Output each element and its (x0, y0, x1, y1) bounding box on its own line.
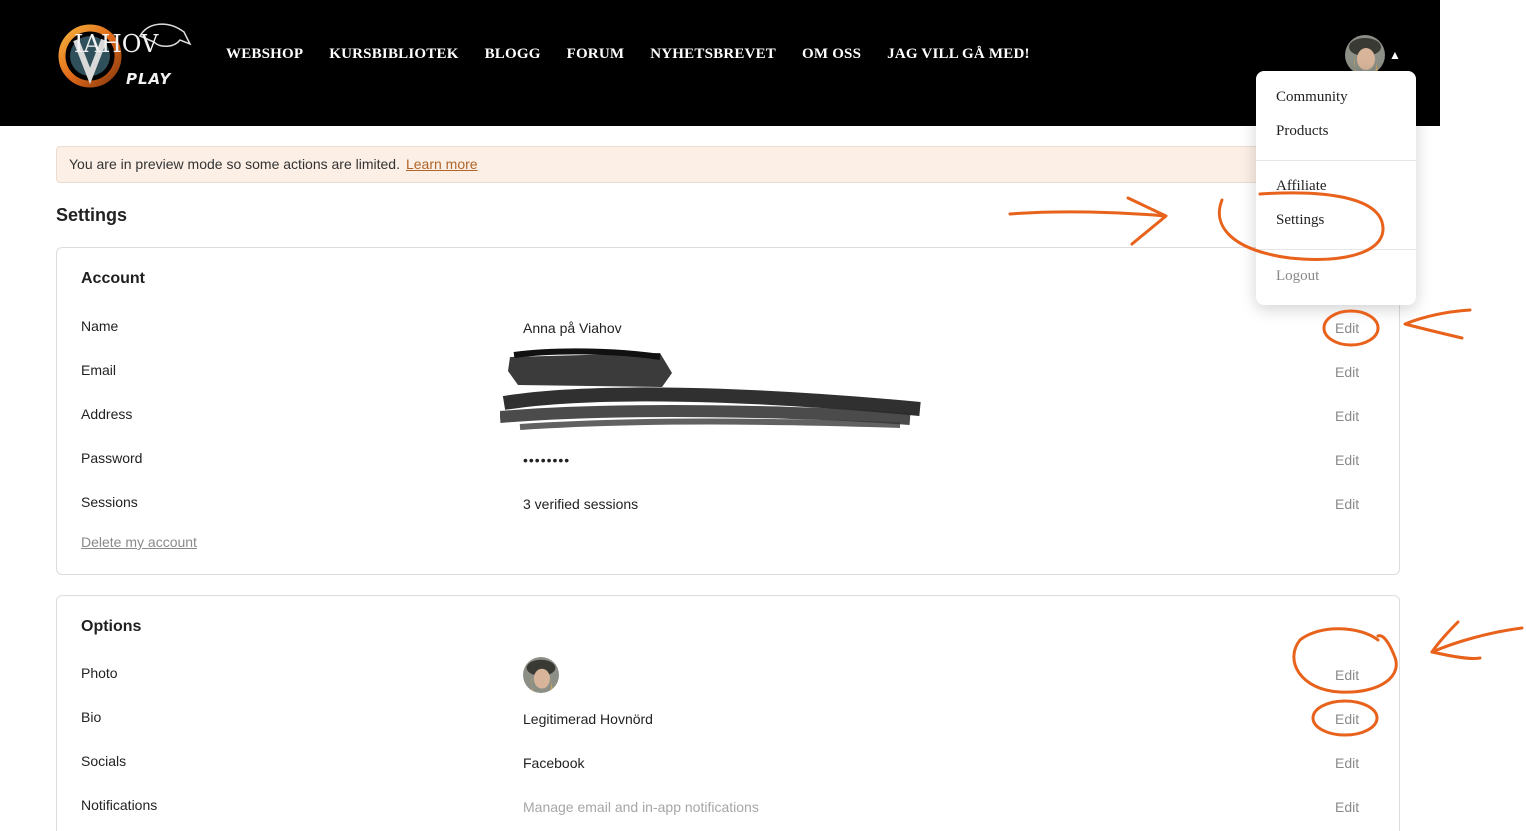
arrow-edit-name-icon (1403, 308, 1472, 340)
edit-password-button[interactable]: Edit (1335, 452, 1359, 468)
sessions-label: Sessions (81, 494, 138, 510)
logo-wordmark: IAHOV (74, 30, 159, 58)
email-label: Email (81, 362, 117, 378)
page-title: Settings (56, 205, 128, 225)
preview-mode-banner: You are in preview mode so some actions … (56, 146, 1316, 183)
menu-item-affiliate[interactable]: Affiliate (1276, 178, 1327, 195)
password-label: Password (81, 450, 143, 466)
edit-email-button[interactable]: Edit (1335, 364, 1359, 380)
bio-label: Bio (81, 709, 102, 725)
edit-sessions-button[interactable]: Edit (1335, 496, 1359, 512)
socials-value: Facebook (523, 755, 585, 771)
nav-jag-vill-ga-med[interactable]: JAG VILL GÅ MED! (887, 46, 1030, 63)
edit-bio-button[interactable]: Edit (1335, 711, 1359, 727)
nav-forum[interactable]: FORUM (567, 46, 625, 63)
nav-blogg[interactable]: BLOGG (485, 46, 541, 63)
top-navigation-bar: IAHOV PLAY WEBSHOP KURSBIBLIOTEK BLOGG F… (0, 0, 1440, 126)
name-value: Anna på Viahov (523, 320, 622, 336)
delete-account-link[interactable]: Delete my account (81, 534, 197, 550)
options-card: Options Photo Edit Bio Legitimerad Hovnö… (56, 595, 1400, 831)
menu-item-products[interactable]: Products (1276, 123, 1329, 140)
arrow-edit-photo-icon (1430, 626, 1524, 660)
preview-mode-text: You are in preview mode so some actions … (69, 156, 400, 172)
edit-photo-button[interactable]: Edit (1335, 667, 1359, 683)
nav-nyhetsbrevet[interactable]: NYHETSBREVET (650, 46, 776, 63)
edit-name-button[interactable]: Edit (1335, 320, 1359, 336)
notifications-label: Notifications (81, 797, 158, 813)
user-avatar[interactable] (1345, 35, 1385, 75)
edit-address-button[interactable]: Edit (1335, 408, 1359, 424)
nav-kursbibliotek[interactable]: KURSBIBLIOTEK (329, 46, 458, 63)
logo-subtitle: PLAY (126, 70, 172, 88)
menu-item-settings[interactable]: Settings (1276, 212, 1324, 229)
edit-socials-button[interactable]: Edit (1335, 755, 1359, 771)
socials-label: Socials (81, 753, 127, 769)
bio-value: Legitimerad Hovnörd (523, 711, 653, 727)
learn-more-link[interactable]: Learn more (406, 156, 478, 172)
profile-photo-icon (523, 657, 559, 693)
edit-notifications-button[interactable]: Edit (1335, 799, 1359, 815)
user-dropdown-menu: Community Products Affiliate Settings Lo… (1256, 71, 1416, 305)
user-photo-icon (1345, 35, 1385, 75)
main-nav: WEBSHOP KURSBIBLIOTEK BLOGG FORUM NYHETS… (226, 46, 1030, 63)
options-title: Options (81, 618, 142, 635)
menu-item-logout[interactable]: Logout (1276, 268, 1319, 285)
address-label: Address (81, 406, 133, 422)
notifications-value: Manage email and in-app notifications (523, 799, 759, 815)
menu-item-community[interactable]: Community (1276, 89, 1348, 106)
menu-divider (1256, 160, 1416, 161)
account-card: Account Name Anna på Viahov Edit Email E… (56, 247, 1400, 575)
nav-webshop[interactable]: WEBSHOP (226, 46, 303, 63)
arrow-settings-icon (1008, 210, 1167, 218)
account-title: Account (81, 270, 145, 287)
name-label: Name (81, 318, 119, 334)
menu-divider (1256, 249, 1416, 250)
password-value: •••••••• (523, 452, 571, 468)
photo-label: Photo (81, 665, 118, 681)
nav-om-oss[interactable]: OM OSS (802, 46, 861, 63)
sessions-value: 3 verified sessions (523, 496, 639, 512)
chevron-up-icon[interactable]: ▲ (1389, 48, 1401, 62)
profile-photo (523, 657, 559, 693)
